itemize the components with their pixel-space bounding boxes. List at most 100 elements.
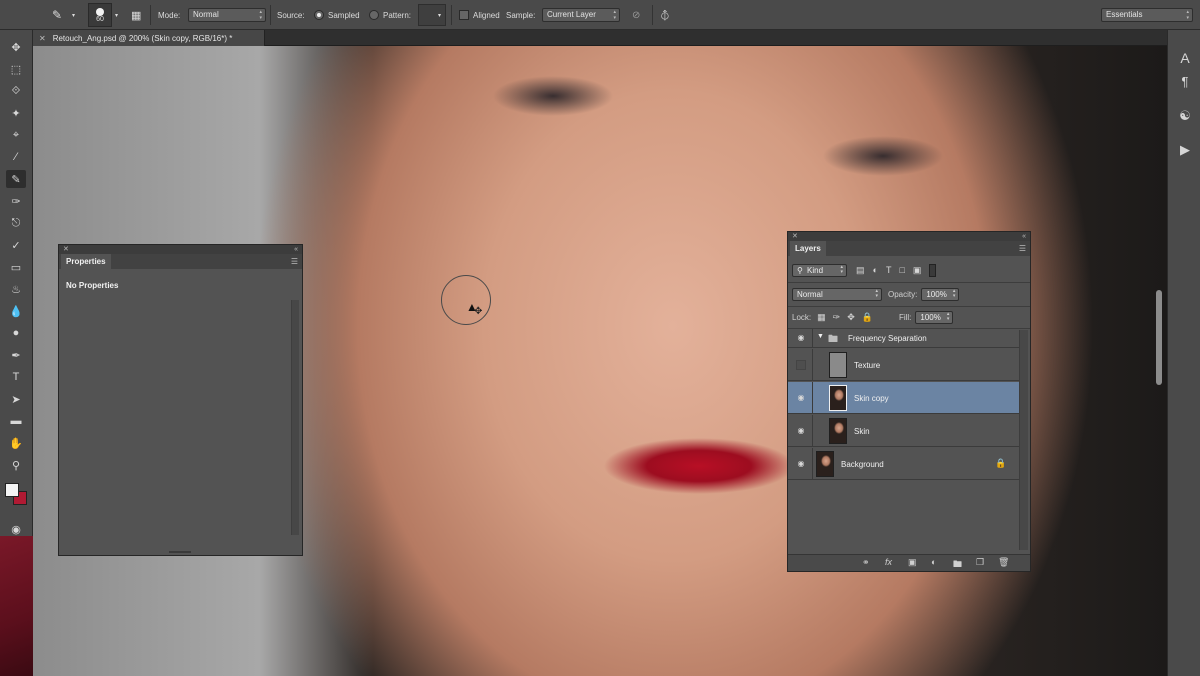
healing-brush-tool-icon[interactable]: ✎ xyxy=(6,170,26,188)
canvas-edge-strip xyxy=(0,536,33,676)
new-group-icon[interactable]: 🖿 xyxy=(953,557,962,573)
document-tab-bar: ✕ Retouch_Ang.psd @ 200% (Skin copy, RGB… xyxy=(33,30,1167,46)
lock-transparent-pixels-icon[interactable]: ▦ xyxy=(817,312,826,323)
filter-kind-label: Kind xyxy=(807,265,824,275)
character-panel-icon[interactable]: A xyxy=(1177,50,1193,66)
layer-name: Texture xyxy=(854,361,881,370)
pattern-picker[interactable]: ▾ xyxy=(418,4,446,26)
eye-icon[interactable]: ◉ xyxy=(796,459,806,469)
tab-properties[interactable]: Properties xyxy=(61,254,111,269)
brush-picker-arrow-icon[interactable]: ▾ xyxy=(115,0,118,30)
filter-pixel-icon[interactable]: ▤ xyxy=(856,265,865,276)
color-swatches[interactable] xyxy=(4,480,30,506)
crop-tool-icon[interactable]: ⌖ xyxy=(6,126,26,144)
layer-thumbnail xyxy=(829,352,847,378)
adjustment-layer-icon[interactable]: ◐ xyxy=(931,557,936,567)
no-properties-label: No Properties xyxy=(66,281,119,290)
properties-scrollbar[interactable] xyxy=(291,300,299,535)
filter-kind-select[interactable]: ⚲ Kind xyxy=(792,263,847,277)
opacity-field[interactable]: 100% xyxy=(921,287,960,301)
close-tab-icon[interactable]: ✕ xyxy=(39,34,46,43)
aligned-checkbox[interactable]: Aligned xyxy=(459,0,500,30)
eyedropper-tool-icon[interactable]: ⁄ xyxy=(6,148,26,166)
foreground-color-swatch[interactable] xyxy=(5,483,19,497)
dodge-tool-icon[interactable]: ● xyxy=(6,324,26,342)
mode-select[interactable]: Normal xyxy=(188,8,266,22)
pen-tool-icon[interactable]: ✒ xyxy=(6,346,26,364)
blur-tool-icon[interactable]: 💧 xyxy=(6,302,26,320)
channels-panel-icon[interactable]: ☯ xyxy=(1177,108,1193,124)
hand-tool-icon[interactable]: ✋ xyxy=(6,434,26,452)
pressure-size-icon[interactable]: ⦽ xyxy=(661,0,669,30)
resize-grip[interactable] xyxy=(169,551,191,553)
hidden-visibility-box[interactable] xyxy=(796,360,806,370)
quick-selection-tool-icon[interactable]: ✦ xyxy=(6,104,26,122)
layers-scrollbar[interactable] xyxy=(1019,330,1028,550)
workspace-select[interactable]: Essentials xyxy=(1101,8,1193,22)
pattern-label: Pattern: xyxy=(383,10,412,20)
layer-row[interactable]: ◉ Skin xyxy=(788,415,1019,447)
clone-stamp-tool-icon[interactable]: ⎋ xyxy=(6,214,26,232)
paint-bucket-tool-icon[interactable]: ♨ xyxy=(6,280,26,298)
fill-field[interactable]: 100% xyxy=(915,310,954,324)
eye-icon[interactable]: ◉ xyxy=(796,333,806,343)
layer-row[interactable]: Texture xyxy=(788,349,1019,381)
link-layers-icon[interactable]: ⚭ xyxy=(862,557,870,568)
lock-position-icon[interactable]: ✥ xyxy=(847,312,855,323)
ignore-adjustment-layers-icon[interactable]: ⊘ xyxy=(632,0,640,30)
canvas-vertical-scrollbar[interactable] xyxy=(1156,290,1162,385)
paragraph-panel-icon[interactable]: ¶ xyxy=(1177,74,1193,90)
filter-type-icon[interactable]: T xyxy=(886,265,892,275)
layers-footer: ⚭ fx ▣ ◐ 🖿 ❐ 🗑 xyxy=(788,554,1030,571)
new-layer-icon[interactable]: ❐ xyxy=(976,557,984,568)
blend-mode-select[interactable]: Normal xyxy=(792,287,882,301)
lock-image-pixels-icon[interactable]: ✑ xyxy=(833,312,841,323)
actions-panel-icon[interactable]: ▶ xyxy=(1177,142,1193,158)
eye-icon[interactable]: ◉ xyxy=(796,426,806,436)
path-selection-tool-icon[interactable]: ➤ xyxy=(6,390,26,408)
filter-adjustment-icon[interactable]: ◐ xyxy=(873,265,878,275)
add-mask-icon[interactable]: ▣ xyxy=(908,557,917,568)
opacity-label: Opacity: xyxy=(888,289,918,299)
tab-layers[interactable]: Layers xyxy=(790,241,826,256)
close-panel-icon[interactable]: ✕ xyxy=(63,245,69,254)
layer-row[interactable]: ◉ Background 🔒 xyxy=(788,448,1019,480)
sample-label: Sample: xyxy=(506,10,536,20)
source-sampled-radio[interactable]: Sampled xyxy=(314,0,360,30)
lock-label: Lock: xyxy=(792,312,812,322)
lock-all-icon[interactable]: 🔒 xyxy=(862,312,873,323)
brush-size-picker[interactable]: 60 xyxy=(88,3,112,27)
brush-size-value: 60 xyxy=(96,15,104,23)
rectangle-tool-icon[interactable]: ▬ xyxy=(6,412,26,430)
eraser-tool-icon[interactable]: ▭ xyxy=(6,258,26,276)
tool-preset-arrow-icon[interactable]: ▾ xyxy=(72,0,75,30)
move-tool-icon[interactable]: ✥ xyxy=(6,38,26,56)
sample-select[interactable]: Current Layer xyxy=(542,8,620,22)
expand-group-icon[interactable]: ▼ xyxy=(817,333,824,340)
layer-group-row[interactable]: ◉ ▼ 🖿 Frequency Separation xyxy=(788,329,1019,348)
layer-style-icon[interactable]: fx xyxy=(885,557,892,567)
filter-toggle-switch[interactable] xyxy=(929,263,937,277)
history-brush-tool-icon[interactable]: ✓ xyxy=(6,236,26,254)
mode-label: Mode: xyxy=(158,10,181,20)
marquee-tool-icon[interactable]: ⬚ xyxy=(6,60,26,78)
collapse-panel-icon[interactable]: « xyxy=(1022,232,1026,241)
close-panel-icon[interactable]: ✕ xyxy=(792,232,798,241)
type-tool-icon[interactable]: T xyxy=(6,368,26,386)
brush-tool-icon[interactable]: ✑ xyxy=(6,192,26,210)
sampled-label: Sampled xyxy=(328,10,360,20)
zoom-tool-icon[interactable]: ⚲ xyxy=(6,456,26,474)
panel-menu-icon[interactable]: ☰ xyxy=(291,257,298,266)
filter-shape-icon[interactable]: □ xyxy=(899,265,904,275)
brush-panel-toggle-icon[interactable]: ▦ xyxy=(131,0,141,30)
healing-brush-tool-icon[interactable]: ✎ xyxy=(52,0,62,30)
delete-layer-icon[interactable]: 🗑 xyxy=(998,557,1009,568)
panel-menu-icon[interactable]: ☰ xyxy=(1019,244,1026,253)
source-pattern-radio[interactable]: Pattern: xyxy=(369,0,411,30)
layer-row-selected[interactable]: ◉ Skin copy xyxy=(788,382,1019,414)
document-tab[interactable]: ✕ Retouch_Ang.psd @ 200% (Skin copy, RGB… xyxy=(33,30,265,46)
filter-smart-object-icon[interactable]: ▣ xyxy=(913,265,922,276)
lasso-tool-icon[interactable]: ⟐ xyxy=(6,82,26,100)
eye-icon[interactable]: ◉ xyxy=(796,393,806,403)
collapse-panel-icon[interactable]: « xyxy=(294,245,298,254)
